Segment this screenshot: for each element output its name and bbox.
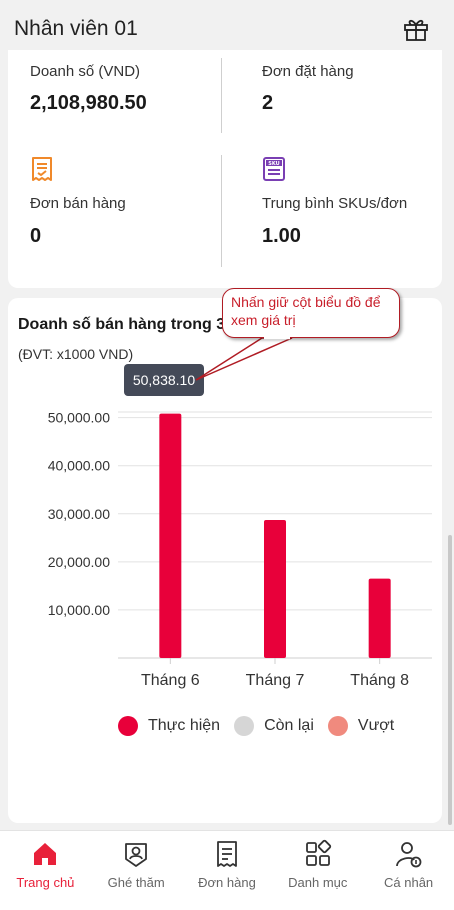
avg-sku-value: 1.00 xyxy=(262,225,301,247)
nav-item-category[interactable]: Danh mục xyxy=(272,831,363,910)
legend-dot xyxy=(327,716,348,736)
sales-chart-card: Doanh số bán hàng trong 3 (ĐVT: x1000 VN… xyxy=(8,298,442,823)
nav-label: Ghé thăm xyxy=(107,875,165,890)
hint-callout: Nhấn giữ cột biểu đồ để xem giá trị xyxy=(222,288,400,338)
chart-bar xyxy=(264,520,286,658)
legend-label: Còn lại xyxy=(264,717,314,734)
chart-bar xyxy=(368,578,391,658)
value-tooltip: 50,838.10 xyxy=(124,364,204,396)
legend-dot xyxy=(234,716,255,736)
x-tick-label: Tháng 7 xyxy=(246,672,305,689)
gift-icon xyxy=(404,19,428,41)
x-tick-label: Tháng 8 xyxy=(350,672,409,689)
legend-item[interactable]: Vượt xyxy=(327,716,395,736)
avg-sku-label: Trung bình SKUs/đơn xyxy=(262,195,408,212)
y-tick-label: 30,000.00 xyxy=(48,506,110,522)
sku-icon: SKU xyxy=(263,157,285,181)
stats-divider xyxy=(221,58,222,133)
y-tick-label: 20,000.00 xyxy=(48,554,110,570)
sales-label: Doanh số (VND) xyxy=(30,63,141,80)
legend-label: Vượt xyxy=(357,717,395,734)
nav-label: Danh mục xyxy=(288,875,348,890)
sold-orders-icon xyxy=(32,157,52,181)
legend-label: Thực hiện xyxy=(148,717,221,734)
nav-item-orders[interactable]: Đơn hàng xyxy=(182,831,273,910)
legend-dot xyxy=(118,716,138,736)
stats-divider xyxy=(221,155,222,267)
sales-bar-chart: 10,000.00 20,000.00 30,000.00 40,000.00 50,0… xyxy=(48,410,432,689)
orders-value: 2 xyxy=(262,92,274,114)
sales-value: 2,108,980.50 xyxy=(30,92,147,114)
chart-bar xyxy=(159,413,182,658)
nav-label: Đơn hàng xyxy=(198,875,256,890)
orders-label: Đơn đặt hàng xyxy=(262,63,354,80)
category-icon xyxy=(305,839,331,866)
profile-icon xyxy=(395,842,421,868)
scrollbar[interactable] xyxy=(448,535,452,825)
y-tick-label: 40,000.00 xyxy=(48,458,110,474)
sold-orders-value: 0 xyxy=(30,225,42,247)
bottom-nav: Trang chủ Ghé thăm Đơn hàng Danh mục Cá … xyxy=(0,830,454,910)
x-tick-label: Tháng 6 xyxy=(141,672,200,689)
nav-item-home[interactable]: Trang chủ xyxy=(0,831,91,910)
legend-item[interactable]: Còn lại xyxy=(234,716,314,736)
visit-icon xyxy=(125,843,148,867)
stats-card: Doanh số (VND) 2,108,980.50 Đơn đặt hàng… xyxy=(8,50,442,288)
home-icon xyxy=(34,843,57,865)
y-tick-label: 10,000.00 xyxy=(48,602,110,618)
y-tick-label: 50,000.00 xyxy=(48,410,110,426)
legend-item[interactable]: Thực hiện xyxy=(118,716,220,736)
sold-orders-label: Đơn bán hàng xyxy=(30,195,126,212)
receipt-icon xyxy=(217,841,237,867)
nav-label: Cá nhân xyxy=(384,875,434,890)
sku-icon-text: SKU xyxy=(268,161,279,167)
page-title: Nhân viên 01 xyxy=(14,17,138,40)
nav-item-visit[interactable]: Ghé thăm xyxy=(91,831,182,910)
gift-button[interactable] xyxy=(402,15,430,43)
chart-legend: Thực hiện Còn lại Vượt xyxy=(118,716,408,736)
nav-label: Trang chủ xyxy=(16,875,75,890)
nav-item-profile[interactable]: Cá nhân xyxy=(363,831,454,910)
